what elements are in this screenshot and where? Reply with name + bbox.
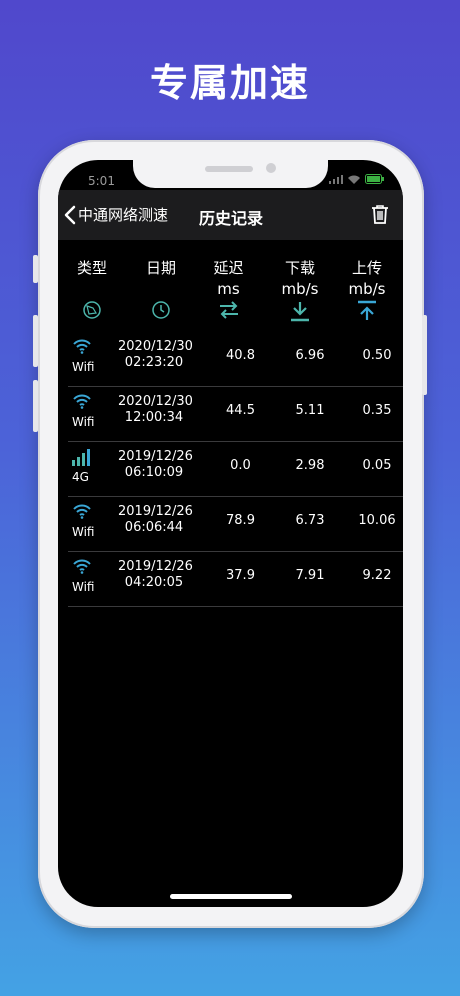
column-label: 上传 xyxy=(351,259,382,277)
upload-value: 0.35 xyxy=(362,403,392,418)
time-value: 12:00:34 xyxy=(124,410,184,425)
table-row: Wifi 2019/12/26 04:20:05 37.9 7.91 9.22 xyxy=(68,552,403,607)
column-label: 延迟 xyxy=(213,259,244,277)
column-header-latency: 延迟 ms xyxy=(206,258,251,300)
mute-switch xyxy=(33,255,38,283)
status-time: 5:01 xyxy=(88,174,115,188)
connection-type: Wifi xyxy=(72,415,95,429)
upload-value: 9.22 xyxy=(362,568,392,583)
date-value: 2019/12/26 xyxy=(118,449,193,464)
time-value: 06:06:44 xyxy=(124,520,184,535)
download-value: 6.73 xyxy=(295,513,325,528)
date-value: 2019/12/26 xyxy=(118,559,193,574)
latency-value: 44.5 xyxy=(226,403,255,418)
wifi-icon xyxy=(73,394,91,409)
connection-type: Wifi xyxy=(72,525,95,539)
clock-icon xyxy=(152,301,170,319)
connection-type: Wifi xyxy=(72,580,95,594)
time-value: 04:20:05 xyxy=(124,575,184,590)
download-value: 6.96 xyxy=(295,348,325,363)
speaker-grille xyxy=(205,166,253,172)
table-row: Wifi 2019/12/26 06:06:44 78.9 6.73 10.06 xyxy=(68,497,403,552)
front-camera xyxy=(266,163,276,173)
time-value: 06:10:09 xyxy=(124,465,184,480)
history-table: 类型 日期 延迟 ms 下载 mb/s 上传 mb/s Wifi 2020/12… xyxy=(58,240,403,607)
latency-value: 78.9 xyxy=(226,513,255,528)
home-indicator[interactable] xyxy=(170,894,292,899)
column-header-upload: 上传 mb/s xyxy=(342,258,392,300)
page-title: 历史记录 xyxy=(199,209,264,228)
table-row: 4G 2019/12/26 06:10:09 0.0 2.98 0.05 xyxy=(68,442,403,497)
date-value: 2019/12/26 xyxy=(118,504,193,519)
trash-icon xyxy=(372,205,388,224)
upload-value: 0.50 xyxy=(362,348,392,363)
delete-history-button[interactable] xyxy=(371,204,389,228)
column-header-download: 下载 mb/s xyxy=(275,258,325,300)
chevron-left-icon xyxy=(64,205,76,224)
battery-icon xyxy=(365,174,384,184)
download-value: 5.11 xyxy=(295,403,325,418)
wifi-icon xyxy=(73,504,91,519)
status-indicators xyxy=(329,174,385,184)
latency-arrows-icon xyxy=(220,301,238,319)
latency-value: 37.9 xyxy=(226,568,255,583)
column-label: 类型 xyxy=(76,259,107,277)
latency-value: 0.0 xyxy=(230,458,251,473)
table-row: Wifi 2020/12/30 02:23:20 40.8 6.96 0.50 xyxy=(68,332,403,387)
column-unit: mb/s xyxy=(348,280,386,298)
upload-arrow-icon xyxy=(358,300,376,320)
date-value: 2020/12/30 xyxy=(118,394,193,409)
latency-value: 40.8 xyxy=(226,348,255,363)
navigation-bar: 中通网络测速 历史记录 xyxy=(58,190,403,240)
back-button[interactable]: 中通网络测速 xyxy=(64,204,168,225)
wifi-icon xyxy=(73,559,91,574)
back-button-label: 中通网络测速 xyxy=(78,206,169,224)
power-button xyxy=(422,315,427,395)
cellular-signal-icon xyxy=(72,449,90,466)
wifi-status-icon xyxy=(348,175,360,184)
column-unit: mb/s xyxy=(281,280,319,298)
column-label: 下载 xyxy=(284,259,315,277)
download-value: 7.91 xyxy=(295,568,325,583)
date-value: 2020/12/30 xyxy=(118,339,193,354)
notch xyxy=(133,160,328,188)
column-label: 日期 xyxy=(145,259,176,277)
connection-type: 4G xyxy=(72,470,89,484)
time-value: 02:23:20 xyxy=(124,355,184,370)
download-value: 2.98 xyxy=(295,458,325,473)
network-globe-icon xyxy=(83,301,101,319)
column-unit: ms xyxy=(217,280,240,298)
volume-up-button xyxy=(33,315,38,367)
table-header: 类型 日期 延迟 ms 下载 mb/s 上传 mb/s xyxy=(58,240,403,330)
column-header-type: 类型 xyxy=(68,258,116,279)
upload-value: 0.05 xyxy=(362,458,392,473)
signal-bars-icon xyxy=(329,174,343,184)
table-row: Wifi 2020/12/30 12:00:34 44.5 5.11 0.35 xyxy=(68,387,403,442)
connection-type: Wifi xyxy=(72,360,95,374)
volume-down-button xyxy=(33,380,38,432)
upload-value: 10.06 xyxy=(358,513,396,528)
promo-headline: 专属加速 xyxy=(149,61,310,105)
download-arrow-icon xyxy=(291,302,309,322)
phone-screen: 5:01 中通网络测速 历史记录 类型 日期 延迟 ms 下载 mb/s 上传 … xyxy=(58,160,403,907)
column-header-date: 日期 xyxy=(136,258,186,279)
wifi-icon xyxy=(73,339,91,354)
